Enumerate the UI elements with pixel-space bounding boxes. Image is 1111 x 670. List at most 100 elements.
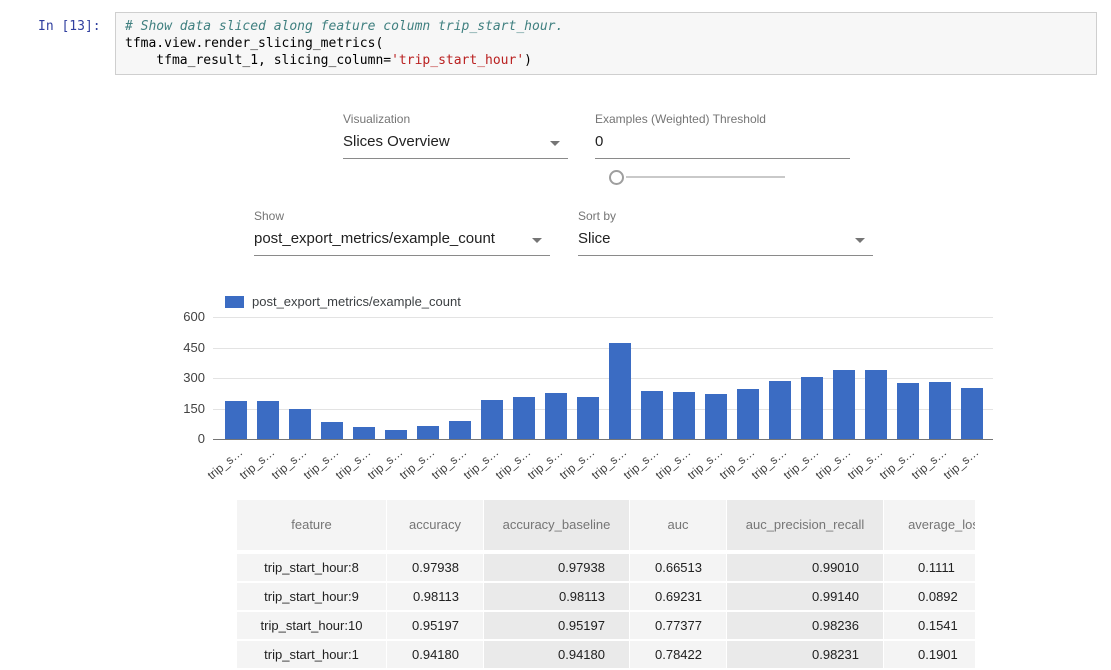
column-header[interactable]: auc — [630, 500, 727, 550]
bar[interactable] — [673, 392, 695, 439]
threshold-input[interactable]: Examples (Weighted) Threshold 0 — [595, 112, 850, 159]
y-axis-tick-label: 150 — [155, 401, 205, 416]
bar[interactable] — [417, 426, 439, 439]
table-row: trip_start_hour:10.941800.941800.784220.… — [237, 641, 975, 668]
column-header[interactable]: auc_precision_recall — [727, 500, 884, 550]
chevron-down-icon — [855, 238, 865, 243]
metric-cell: 0.1901 — [884, 641, 975, 668]
metric-cell: 0.77377 — [630, 612, 727, 639]
x-axis-label: trip_s… — [908, 445, 949, 482]
metric-cell: 0.95197 — [387, 612, 484, 639]
bar[interactable] — [225, 401, 247, 439]
bar[interactable] — [769, 381, 791, 439]
x-axis-label: trip_s… — [460, 445, 501, 482]
bar[interactable] — [865, 370, 887, 439]
threshold-slider[interactable] — [609, 170, 785, 184]
slider-track — [626, 176, 785, 178]
metric-cell: 0.98236 — [727, 612, 884, 639]
visualization-value: Slices Overview — [343, 126, 568, 159]
bar[interactable] — [545, 393, 567, 439]
table-body: trip_start_hour:80.979380.979380.665130.… — [237, 554, 975, 668]
code-comment: # Show data sliced along feature column … — [125, 19, 563, 34]
metric-cell: 0.69231 — [630, 583, 727, 610]
x-axis-label: trip_s… — [556, 445, 597, 482]
bar[interactable] — [801, 377, 823, 439]
x-axis-label: trip_s… — [620, 445, 661, 482]
x-axis-label: trip_s… — [684, 445, 725, 482]
metric-cell: 0.97938 — [387, 554, 484, 581]
metric-cell: 0.0892 — [884, 583, 975, 610]
bar[interactable] — [513, 397, 535, 439]
bar[interactable] — [737, 389, 759, 439]
bar[interactable] — [289, 409, 311, 439]
x-axis-label: trip_s… — [812, 445, 853, 482]
chart-legend: post_export_metrics/example_count — [225, 294, 461, 309]
bar[interactable] — [321, 422, 343, 439]
x-axis-label: trip_s… — [748, 445, 789, 482]
y-axis-tick-label: 300 — [155, 370, 205, 385]
x-axis-label: trip_s… — [364, 445, 405, 482]
metric-cell: 0.66513 — [630, 554, 727, 581]
x-axis-label: trip_s… — [332, 445, 373, 482]
code-line-3-end: ) — [524, 53, 532, 68]
bar[interactable] — [705, 394, 727, 439]
x-axis-label: trip_s… — [844, 445, 885, 482]
sort-by-dropdown[interactable]: Sort by Slice — [578, 209, 873, 256]
code-line-2: tfma.view.render_slicing_metrics( — [125, 36, 383, 51]
code-string-literal: 'trip_start_hour' — [391, 53, 524, 68]
column-header[interactable]: accuracy — [387, 500, 484, 550]
bar[interactable] — [609, 343, 631, 439]
x-axis-label: trip_s… — [396, 445, 437, 482]
bar[interactable] — [385, 430, 407, 439]
metric-cell: 0.94180 — [484, 641, 630, 668]
x-axis-label: trip_s… — [652, 445, 693, 482]
bar[interactable] — [833, 370, 855, 439]
metric-cell: 0.98113 — [484, 583, 630, 610]
metric-cell: 0.97938 — [484, 554, 630, 581]
x-axis-label: trip_s… — [236, 445, 277, 482]
metric-cell: 0.98113 — [387, 583, 484, 610]
chevron-down-icon — [532, 238, 542, 243]
show-metric-dropdown[interactable]: Show post_export_metrics/example_count — [254, 209, 550, 256]
metric-cell: 0.95197 — [484, 612, 630, 639]
table-header-row: featureaccuracyaccuracy_baselineaucauc_p… — [237, 500, 975, 550]
feature-cell: trip_start_hour:8 — [237, 554, 387, 581]
gridline — [213, 439, 993, 440]
metric-cell: 0.99140 — [727, 583, 884, 610]
x-axis-label: trip_s… — [268, 445, 309, 482]
table-row: trip_start_hour:90.981130.981130.692310.… — [237, 583, 975, 610]
table-row: trip_start_hour:80.979380.979380.665130.… — [237, 554, 975, 581]
slider-knob[interactable] — [609, 170, 624, 185]
visualization-label: Visualization — [343, 112, 568, 126]
show-value: post_export_metrics/example_count — [254, 223, 550, 256]
table-row: trip_start_hour:100.951970.951970.773770… — [237, 612, 975, 639]
column-header[interactable]: accuracy_baseline — [484, 500, 630, 550]
y-axis-tick-label: 450 — [155, 340, 205, 355]
bar[interactable] — [449, 421, 471, 439]
x-axis-label: trip_s… — [876, 445, 917, 482]
legend-swatch — [225, 296, 244, 308]
bar[interactable] — [353, 427, 375, 439]
x-axis-label: trip_s… — [204, 445, 245, 482]
metric-cell: 0.78422 — [630, 641, 727, 668]
column-header[interactable]: average_los — [884, 500, 975, 550]
bar[interactable] — [961, 388, 983, 439]
feature-cell: trip_start_hour:1 — [237, 641, 387, 668]
bar[interactable] — [257, 401, 279, 439]
bar[interactable] — [481, 400, 503, 439]
threshold-label: Examples (Weighted) Threshold — [595, 112, 850, 126]
gridline — [213, 317, 993, 318]
visualization-dropdown[interactable]: Visualization Slices Overview — [343, 112, 568, 159]
chevron-down-icon — [550, 141, 560, 146]
bar[interactable] — [641, 391, 663, 439]
sort-by-value: Slice — [578, 223, 873, 256]
gridline — [213, 348, 993, 349]
column-header[interactable]: feature — [237, 500, 387, 550]
x-axis-label: trip_s… — [716, 445, 757, 482]
bar[interactable] — [897, 383, 919, 439]
sort-by-label: Sort by — [578, 209, 873, 223]
bar[interactable] — [577, 397, 599, 439]
bar[interactable] — [929, 382, 951, 439]
code-cell[interactable]: # Show data sliced along feature column … — [115, 12, 1097, 75]
x-axis-label: trip_s… — [300, 445, 341, 482]
